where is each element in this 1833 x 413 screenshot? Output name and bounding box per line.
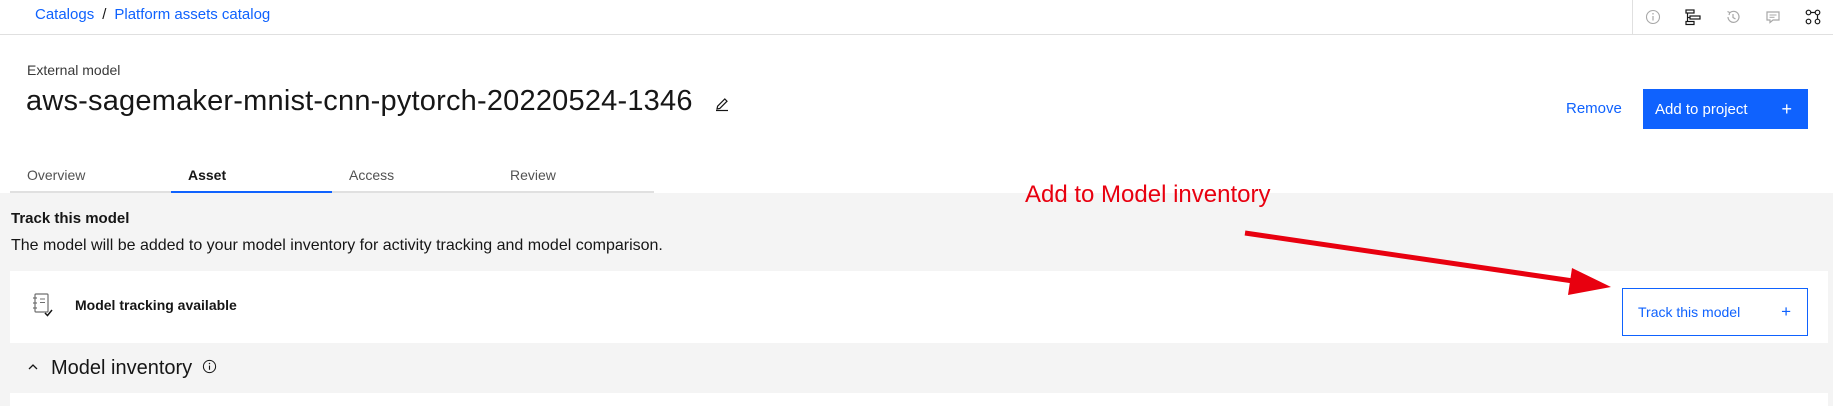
top-bar: Catalogs / Platform assets catalog: [0, 0, 1833, 35]
info-icon[interactable]: [202, 359, 217, 379]
model-inventory-panel: [10, 393, 1828, 413]
remove-button[interactable]: Remove: [1566, 100, 1622, 117]
tab-review[interactable]: Review: [493, 159, 654, 193]
history-icon[interactable]: [1713, 0, 1753, 34]
tab-asset[interactable]: Asset: [171, 159, 332, 193]
comment-icon[interactable]: [1753, 0, 1793, 34]
breadcrumb-catalogs-link[interactable]: Catalogs: [35, 6, 94, 23]
track-section-description: The model will be added to your model in…: [11, 237, 663, 254]
breadcrumb-separator: /: [102, 6, 107, 23]
relationships-icon[interactable]: [1793, 0, 1833, 34]
edit-pencil-icon[interactable]: [714, 96, 730, 117]
annotation-callout-text: Add to Model inventory: [1025, 181, 1271, 208]
track-this-model-label: Track this model: [1638, 304, 1741, 320]
asset-type-label: External model: [27, 62, 121, 78]
lineage-icon[interactable]: [1673, 0, 1713, 34]
plus-icon: +: [1781, 302, 1791, 321]
model-tracking-icon: [31, 291, 57, 324]
plus-icon: +: [1781, 98, 1792, 119]
track-this-model-button[interactable]: Track this model +: [1622, 288, 1808, 336]
top-icon-toolbar: [1632, 0, 1833, 34]
asset-tabs: Overview Asset Access Review: [10, 159, 654, 193]
track-section-heading: Track this model: [11, 210, 130, 227]
asset-header: External model aws-sagemaker-mnist-cnn-p…: [0, 35, 1833, 193]
chevron-up-icon[interactable]: [27, 360, 39, 378]
asset-title: aws-sagemaker-mnist-cnn-pytorch-20220524…: [26, 85, 693, 117]
model-inventory-header[interactable]: Model inventory: [27, 357, 217, 380]
add-to-project-label: Add to project: [1655, 100, 1748, 118]
info-icon[interactable]: [1633, 0, 1673, 34]
tab-overview[interactable]: Overview: [10, 159, 171, 193]
annotation-arrow-icon: [1244, 230, 1611, 295]
breadcrumb-platform-assets-catalog-link[interactable]: Platform assets catalog: [114, 6, 270, 23]
add-to-project-button[interactable]: Add to project +: [1643, 89, 1808, 129]
breadcrumb: Catalogs / Platform assets catalog: [35, 6, 270, 23]
model-tracking-status: Model tracking available: [75, 297, 237, 313]
model-inventory-title: Model inventory: [51, 357, 193, 379]
tab-access[interactable]: Access: [332, 159, 493, 193]
